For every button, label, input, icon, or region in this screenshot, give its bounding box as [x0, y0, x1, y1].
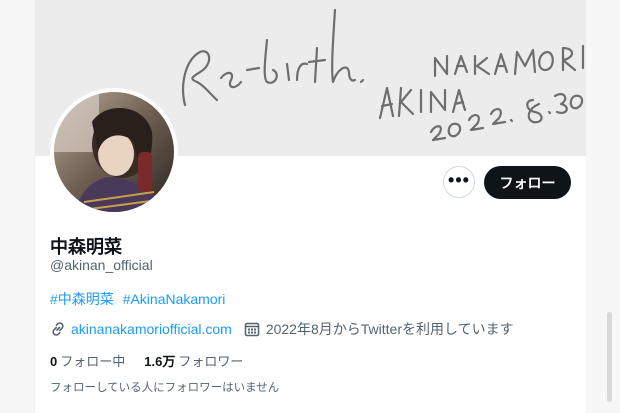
followers-label: フォロワー — [178, 354, 244, 369]
scrollbar-thumb[interactable] — [607, 312, 612, 402]
left-gutter — [0, 0, 34, 413]
joined-date-label: 2022年8月からTwitterを利用しています — [265, 321, 514, 337]
hashtag-link[interactable]: #中森明菜 — [50, 291, 114, 307]
following-stat[interactable]: 0 フォロー中 — [50, 351, 125, 370]
website-link[interactable]: akinanakamoriofficial.com — [71, 321, 232, 337]
avatar-photo — [54, 92, 174, 212]
follow-button[interactable]: フォロー — [484, 166, 571, 199]
calendar-icon — [244, 322, 260, 337]
followers-count: 1.6万 — [144, 354, 176, 369]
display-name: 中森明菜 — [50, 237, 122, 257]
hashtag-link[interactable]: #AkinaNakamori — [123, 291, 226, 307]
profile-bio: #中森明菜 #AkinaNakamori — [50, 289, 225, 309]
following-count: 0 — [50, 354, 58, 369]
profile-meta: akinanakamoriofficial.com 2022年8月からTwitt… — [50, 319, 514, 339]
mutual-followers-note: フォローしている人にフォロワーはいません — [50, 382, 280, 394]
follow-stats: 0 フォロー中 1.6万 フォロワー — [50, 351, 243, 370]
more-horizontal-icon: ••• — [448, 170, 470, 190]
profile-avatar[interactable] — [50, 88, 178, 216]
followers-stat[interactable]: 1.6万 フォロワー — [144, 351, 243, 370]
right-gutter — [586, 0, 620, 413]
link-icon — [52, 322, 64, 336]
profile-card: ••• フォロー 中森明菜 @akinan_official #中森明菜 #Ak… — [34, 0, 588, 413]
more-options-button[interactable]: ••• — [443, 166, 475, 198]
username-handle: @akinan_official — [50, 257, 153, 273]
following-label: フォロー中 — [60, 354, 126, 369]
joined-date: 2022年8月からTwitterを利用しています — [244, 319, 514, 339]
